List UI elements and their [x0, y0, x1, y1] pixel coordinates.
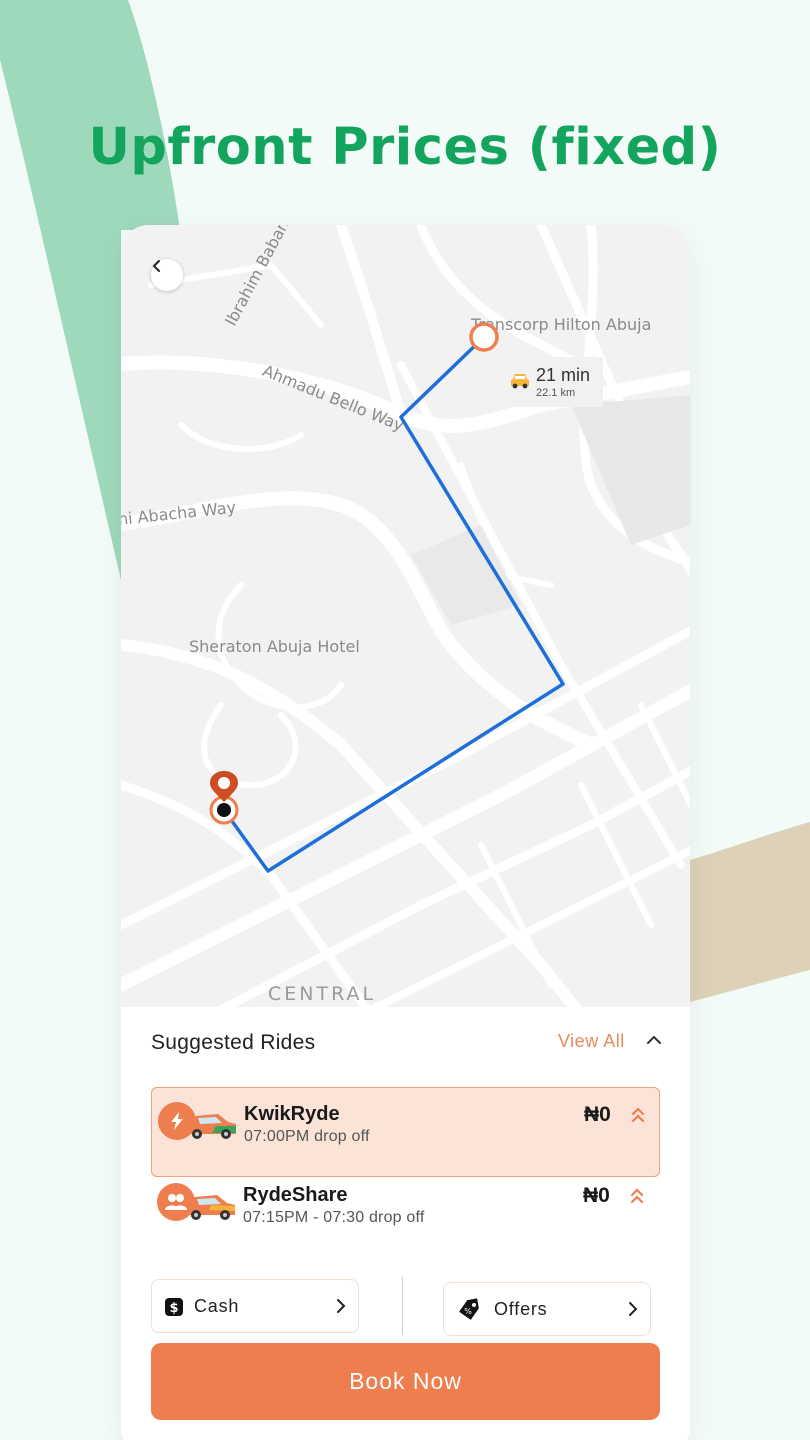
payment-divider [402, 1277, 403, 1335]
car-icon [511, 374, 529, 389]
ride-price: ₦0 [583, 1184, 610, 1207]
ride-option-kwikryde[interactable]: KwikRyde 07:00PM drop off ₦0 [151, 1087, 660, 1177]
chevron-right-icon [337, 1299, 346, 1313]
ride-price: ₦0 [584, 1103, 611, 1126]
map-view[interactable]: Transcorp Hilton Abuja Ibrahim Babangida… [121, 225, 690, 1007]
svg-text:$: $ [169, 1301, 178, 1316]
map-label-sheraton: Sheraton Abuja Hotel [189, 637, 360, 656]
ride-option-rydeshare[interactable]: RydeShare 07:15PM - 07:30 drop off ₦0 [151, 1173, 660, 1263]
chevron-left-icon [152, 260, 160, 272]
suggested-rides-title: Suggested Rides [151, 1031, 316, 1054]
cash-label: Cash [194, 1296, 240, 1316]
phone-frame: Transcorp Hilton Abuja Ibrahim Babangida… [121, 225, 690, 1440]
cash-icon: $ [165, 1298, 183, 1316]
expand-chevrons-icon[interactable] [629, 1186, 645, 1206]
offers-button[interactable]: % Offers [443, 1282, 651, 1336]
ride-name: RydeShare [243, 1184, 348, 1206]
offers-label: Offers [494, 1299, 548, 1319]
offer-tag-icon: % [459, 1298, 479, 1320]
ride-name: KwikRyde [244, 1103, 340, 1125]
map-streets [121, 225, 690, 1007]
book-now-button[interactable]: Book Now [151, 1343, 660, 1420]
chevron-up-icon[interactable] [646, 1033, 662, 1047]
group-icon [157, 1183, 195, 1221]
ride-drop-off-time: 07:15PM - 07:30 drop off [243, 1209, 425, 1226]
chevron-right-icon [629, 1302, 638, 1316]
expand-chevrons-icon[interactable] [630, 1105, 646, 1125]
payment-cash-button[interactable]: $ Cash [151, 1279, 359, 1333]
destination-marker-icon [469, 322, 499, 352]
ride-drop-off-time: 07:00PM drop off [244, 1128, 370, 1145]
eta-time: 21 min [536, 365, 591, 385]
svg-text:%: % [464, 1307, 472, 1316]
map-label-central: CENTRAL [268, 983, 377, 1005]
back-button[interactable] [151, 259, 183, 291]
eta-card: 21 min 22.1 km [499, 357, 603, 407]
lightning-icon [158, 1102, 196, 1140]
rides-panel: Suggested Rides View All KwikRyde 07:00PM… [121, 1007, 690, 1440]
headline: Upfront Prices (fixed) [88, 118, 722, 177]
eta-distance: 22.1 km [536, 387, 576, 399]
pickup-pin-icon [209, 771, 239, 825]
view-all-link[interactable]: View All [558, 1031, 625, 1052]
